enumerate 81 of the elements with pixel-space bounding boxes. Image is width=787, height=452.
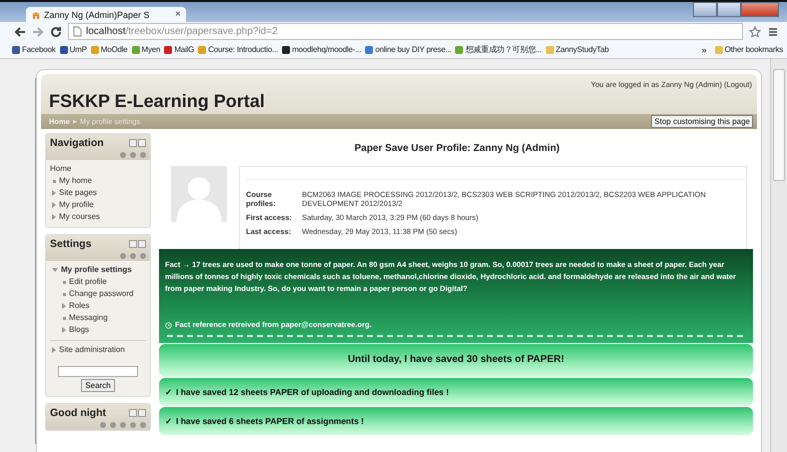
bookmark-icon [12,46,20,54]
bookmark[interactable]: moodlehq/moodle-... [282,44,362,55]
expand-icon[interactable] [52,214,56,220]
saved-item-text: I have saved 12 sheets PAPER of uploading and downloading files ! [176,387,449,397]
browser-tab[interactable]: Zanny Ng (Admin)Paper S × [26,7,186,22]
expand-icon[interactable] [62,327,66,333]
maximize-icon[interactable] [717,2,741,17]
bookmark-icon [365,46,374,54]
menu-item[interactable]: My profile [59,199,94,211]
bullet-icon [63,292,66,296]
close-tab-button[interactable]: × [175,9,181,20]
bookmark-icon [60,46,68,54]
scrollbar[interactable] [770,59,787,452]
bookmark[interactable]: online buy DIY prese... [365,44,452,55]
expand-icon[interactable] [52,347,56,353]
menu-item[interactable]: Edit profile [69,276,107,288]
bookmark[interactable]: MoOdle [90,44,128,55]
collapse-icon[interactable] [52,268,58,272]
more-bookmarks-button[interactable]: » [702,44,707,54]
clock-icon [165,322,172,328]
menu-item[interactable]: Home [50,163,72,175]
bookmark-icon [282,46,290,54]
forward-icon[interactable] [32,26,44,38]
bullet-icon [63,280,66,284]
folder-icon [714,46,723,54]
bookmark-icon [198,46,206,54]
menu-item[interactable]: Blogs [69,324,90,336]
bookmark-icon [90,46,99,54]
expand-icon[interactable] [62,303,66,309]
block-title: Good night [50,407,106,419]
dock-block-icon[interactable] [138,240,146,248]
block-title: Navigation [50,137,104,149]
dock-block-icon[interactable] [138,409,146,417]
close-icon[interactable] [741,2,779,17]
expand-icon[interactable] [52,190,56,196]
bookmark[interactable]: UmP [60,44,87,55]
address-bar[interactable]: localhost/treebox/user/papersave.php?id=2 [68,23,743,40]
bookmark-icon [132,46,140,54]
bookmark[interactable]: MailG [164,44,194,55]
minimize-block-icon[interactable] [129,240,137,248]
bookmark[interactable]: Myen [132,44,160,55]
site-title: FSKKP E-Learning Portal [49,91,265,112]
menu-icon[interactable] [767,26,779,38]
avatar-icon [171,166,227,222]
bookmark[interactable]: ZannyStudyTab [546,44,609,55]
minimize-block-icon[interactable] [129,139,137,147]
search-button[interactable]: Search [81,379,115,392]
url-text: localhost/treebox/user/papersave.php?id=2 [86,26,278,37]
reload-icon[interactable] [50,26,62,38]
back-icon[interactable] [14,26,26,38]
check-mark: ✓ [165,387,173,397]
bullet-icon [53,180,56,182]
star-icon[interactable] [749,26,761,38]
page-icon [73,26,82,37]
menu-item[interactable]: Roles [69,300,90,312]
stop-customising-button[interactable]: Stop customising this page [651,115,753,128]
search-field[interactable] [58,366,138,377]
menu-item[interactable]: My profile settings [61,264,132,276]
bookmark-icon [455,46,464,54]
saved-item-text: I have saved 6 sheets PAPER of assignments ! [176,416,364,426]
menu-item[interactable]: My courses [59,211,100,223]
expand-icon[interactable] [52,202,56,208]
minimize-icon[interactable] [693,2,717,17]
dock-block-icon[interactable] [138,139,146,147]
bookmark-icon [546,46,554,54]
bookmark[interactable]: Facebook [12,44,56,55]
check-mark: ✓ [165,416,173,426]
profile-heading: Paper Save User Profile: Zanny Ng (Admin) [353,142,561,156]
menu-item[interactable]: Site administration [59,344,125,356]
block-title: Settings [50,238,92,250]
menu-item[interactable]: Change password [69,288,134,300]
menu-item[interactable]: Site pages [59,187,97,199]
bullet-icon [63,316,66,320]
bookmark[interactable]: Course: Introductio... [198,44,278,55]
menu-item[interactable]: My home [59,175,92,187]
bookmark-icon [164,46,172,54]
minimize-block-icon[interactable] [129,409,137,417]
menu-item[interactable]: Messaging [69,312,108,324]
bookmark[interactable]: 想减重成功？可别您... [455,44,542,55]
bookmark-folder[interactable]: Other bookmarks [714,45,783,54]
saved-total-banner: Until today, I have saved 30 sheets of PAPER! [159,344,753,377]
